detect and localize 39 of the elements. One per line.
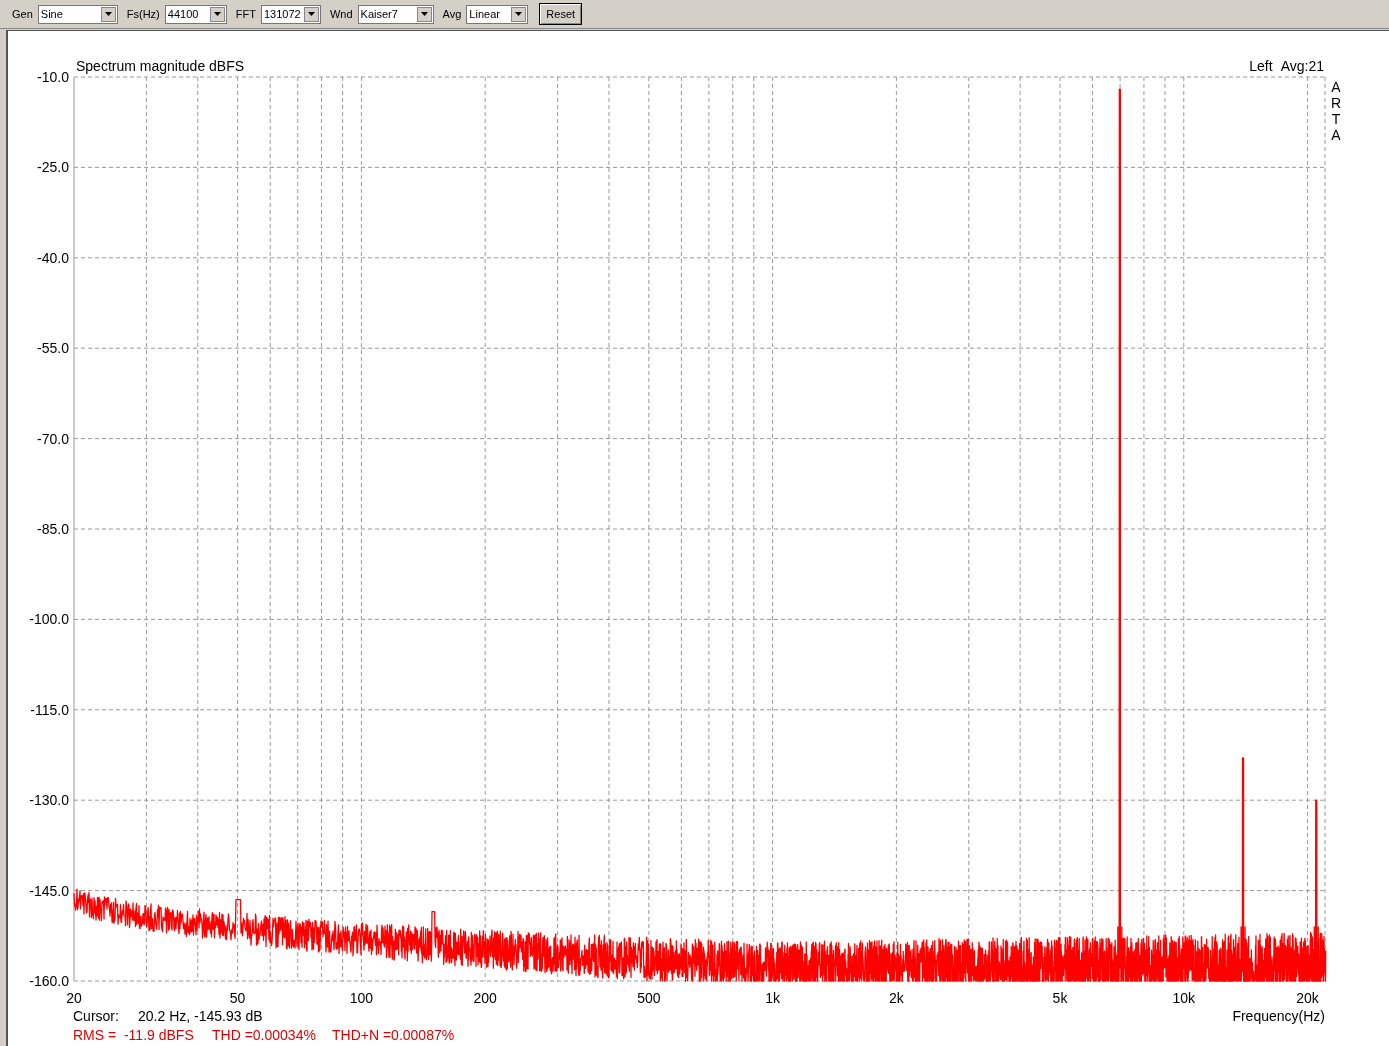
x-tick-label: 20: [66, 990, 82, 1006]
reset-button[interactable]: Reset: [539, 3, 583, 25]
dropdown[interactable]: Linear: [466, 4, 529, 24]
x-tick-label: 10k: [1172, 990, 1196, 1006]
x-tick-label: 20k: [1296, 990, 1319, 1006]
dropdown[interactable]: 131072: [260, 4, 321, 24]
y-tick-label: -100.0: [29, 611, 69, 628]
y-tick-label: -145.0: [29, 882, 69, 899]
field-label: Avg: [442, 8, 462, 20]
y-tick-label: -130.0: [29, 792, 69, 809]
y-tick-label: -70.0: [37, 430, 69, 447]
channel-info: Left Avg:21: [1249, 58, 1324, 74]
field-label: FFT: [235, 8, 256, 20]
y-tick-label: -40.0: [37, 249, 69, 266]
x-tick-label: 1k: [765, 990, 780, 1006]
x-tick-label: 500: [637, 990, 661, 1006]
y-tick-label: -25.0: [37, 159, 69, 176]
dropdown[interactable]: Sine: [37, 4, 118, 24]
x-tick-label: 200: [473, 990, 497, 1006]
field-label: Gen: [12, 8, 33, 20]
y-tick-label: -10.0: [37, 69, 69, 85]
x-tick-label: 2k: [889, 990, 904, 1006]
y-tick-label: -85.0: [37, 521, 69, 537]
x-tick-label: 5k: [1052, 990, 1068, 1006]
y-tick-label: -55.0: [37, 340, 69, 357]
cursor-value: 20.2 Hz, -145.93 dB: [138, 1008, 263, 1024]
cursor-label: Cursor:: [73, 1008, 119, 1024]
field-label: Fs(Hz): [126, 8, 160, 20]
measurement-stats: RMS = -11.9 dBFS THD =0.00034% THD+N =0.00087%: [73, 1027, 455, 1043]
y-tick-label: -115.0: [30, 701, 69, 718]
x-tick-label: 100: [349, 990, 374, 1006]
x-axis-title: Frequency(Hz): [1232, 1008, 1325, 1024]
x-tick-label: 50: [229, 990, 246, 1006]
logo-text: ARTA: [1330, 79, 1342, 143]
y-tick-label: -160.0: [29, 973, 69, 989]
dropdown[interactable]: Kaiser7: [357, 4, 434, 24]
chart-title: Spectrum magnitude dBFS: [76, 58, 245, 74]
field-label: Wnd: [329, 8, 353, 20]
dropdown[interactable]: 44100: [164, 4, 227, 24]
